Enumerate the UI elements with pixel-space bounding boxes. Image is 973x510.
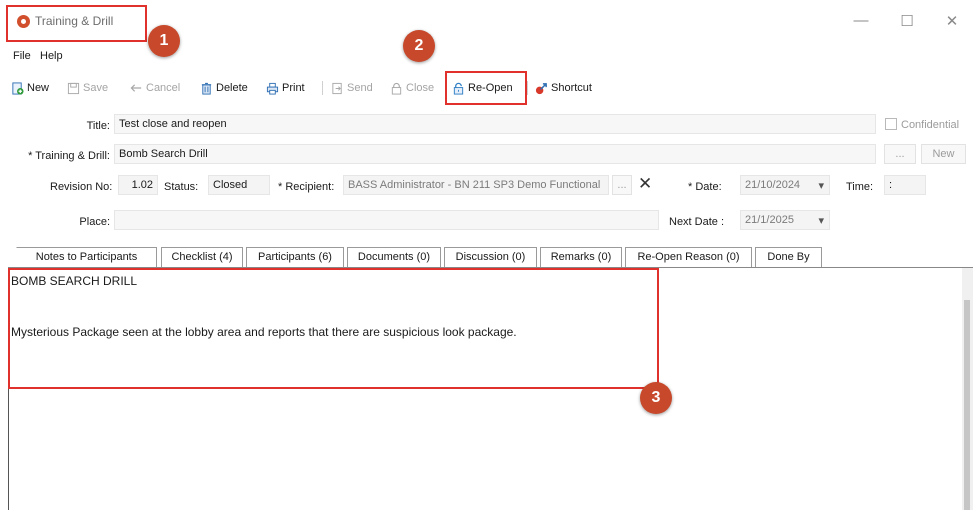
menu-help[interactable]: Help — [40, 50, 63, 62]
toolbar: New Save Cancel Delete Print Send Close … — [0, 74, 973, 100]
tab-done-by[interactable]: Done By — [755, 247, 822, 268]
delete-button-label: Delete — [216, 82, 248, 94]
new-button[interactable]: New — [11, 80, 49, 96]
shortcut-button-label: Shortcut — [551, 82, 592, 94]
place-label: Place: — [79, 216, 110, 228]
notes-body: Mysterious Package seen at the lobby are… — [11, 325, 517, 339]
save-button[interactable]: Save — [67, 80, 108, 96]
notes-heading: BOMB SEARCH DRILL — [11, 274, 138, 288]
print-button-label: Print — [282, 82, 305, 94]
cancel-button[interactable]: Cancel — [130, 80, 180, 96]
next-date-field[interactable]: 21/1/2025 ▾ — [740, 210, 830, 230]
date-value: 21/10/2024 — [745, 179, 801, 191]
scrollbar-thumb[interactable] — [964, 300, 970, 510]
training-drill-new-button[interactable]: New — [921, 144, 966, 164]
shortcut-icon — [535, 82, 547, 94]
reopen-button[interactable]: Re-Open — [452, 80, 513, 96]
training-drill-label: * Training & Drill: — [28, 150, 110, 162]
next-date-value: 21/1/2025 — [745, 214, 794, 226]
print-button[interactable]: Print — [266, 80, 305, 96]
training-drill-field[interactable]: Bomb Search Drill — [114, 144, 876, 164]
tab-documents[interactable]: Documents (0) — [347, 247, 441, 268]
reopen-button-label: Re-Open — [468, 82, 513, 94]
send-icon — [332, 82, 342, 94]
status-label: Status: — [164, 181, 199, 193]
annotation-badge-3: 3 — [640, 382, 672, 414]
cancel-button-label: Cancel — [146, 82, 181, 94]
clear-recipient-button[interactable]: ✕ — [638, 174, 652, 194]
date-label: * Date: — [688, 181, 722, 193]
time-field[interactable]: : — [884, 175, 926, 195]
menu-file[interactable]: File — [13, 50, 31, 62]
trash-icon — [201, 82, 212, 95]
toolbar-divider — [322, 81, 323, 95]
tab-discussion[interactable]: Discussion (0) — [444, 247, 537, 268]
revision-field: 1.02 — [118, 175, 158, 195]
annotation-badge-1: 1 — [148, 25, 180, 57]
tab-remarks[interactable]: Remarks (0) — [540, 247, 622, 268]
confidential-checkbox[interactable] — [885, 118, 897, 130]
time-label: Time: — [846, 181, 874, 193]
recipient-browse-button[interactable]: ... — [612, 175, 632, 195]
tab-participants[interactable]: Participants (6) — [246, 247, 344, 268]
tab-checklist[interactable]: Checklist (4) — [161, 247, 243, 268]
minimize-button[interactable]: — — [851, 12, 871, 29]
close-record-button[interactable]: Close — [390, 80, 434, 96]
date-field[interactable]: 21/10/2024 ▾ — [740, 175, 830, 195]
lock-icon — [391, 82, 402, 95]
app-icon — [17, 15, 30, 28]
notes-editor[interactable]: BOMB SEARCH DRILL Mysterious Package see… — [8, 268, 967, 510]
title-field[interactable]: Test close and reopen — [114, 114, 876, 134]
save-icon — [67, 82, 80, 94]
next-date-dropdown-icon[interactable]: ▾ — [818, 214, 824, 227]
status-field: Closed — [208, 175, 270, 195]
tab-notes-to-participants[interactable]: Notes to Participants — [16, 247, 157, 268]
place-field[interactable] — [114, 210, 659, 230]
toolbar-divider — [527, 81, 528, 95]
send-button-label: Send — [347, 82, 373, 94]
confidential-label: Confidential — [901, 119, 960, 131]
training-drill-browse-button[interactable]: ... — [884, 144, 916, 164]
printer-icon — [266, 82, 279, 95]
tab-reopen-reason[interactable]: Re-Open Reason (0) — [625, 247, 752, 268]
revision-label: Revision No: — [50, 181, 113, 193]
recipient-field[interactable]: BASS Administrator - BN 211 SP3 Demo Fun… — [343, 175, 609, 195]
unlock-icon — [453, 82, 464, 95]
close-window-button[interactable]: ✕ — [942, 12, 962, 30]
maximize-button[interactable]: ☐ — [897, 12, 917, 30]
shortcut-button[interactable]: Shortcut — [535, 80, 592, 96]
next-date-label: Next Date : — [669, 216, 725, 228]
title-bar: Training & Drill — ☐ ✕ — [0, 0, 973, 42]
delete-button[interactable]: Delete — [200, 80, 248, 96]
recipient-label: * Recipient: — [278, 181, 335, 193]
close-record-button-label: Close — [406, 82, 435, 94]
menu-bar: File Help — [0, 45, 973, 67]
new-button-label: New — [27, 82, 50, 94]
send-button[interactable]: Send — [331, 80, 373, 96]
title-label: Title: — [86, 120, 110, 132]
date-dropdown-icon[interactable]: ▾ — [818, 179, 824, 192]
window-title: Training & Drill — [35, 14, 114, 28]
new-document-icon — [12, 81, 24, 95]
undo-icon — [130, 83, 142, 92]
annotation-badge-2: 2 — [403, 30, 435, 62]
save-button-label: Save — [83, 82, 109, 94]
